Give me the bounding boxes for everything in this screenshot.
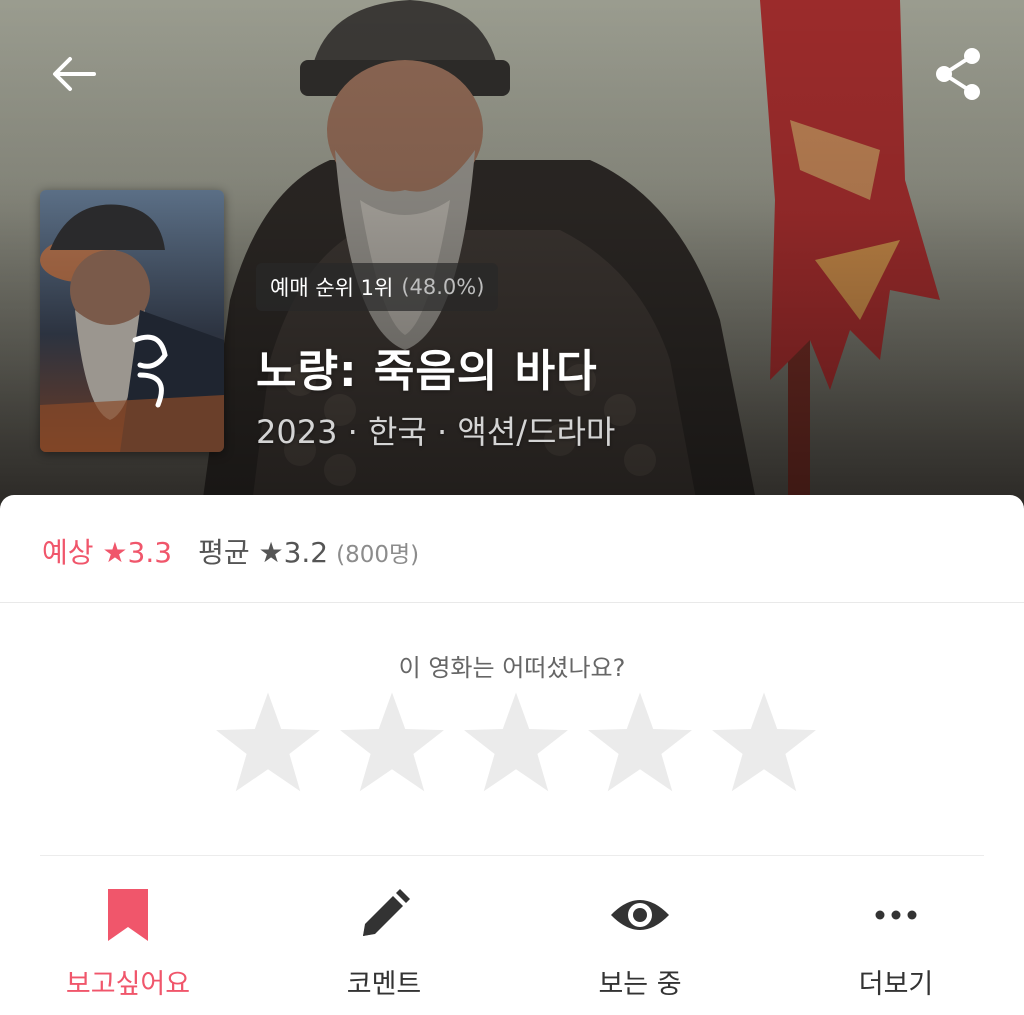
action-bar: 보고싶어요 코멘트 보는 중 더보기 bbox=[0, 880, 1024, 1010]
divider bbox=[40, 855, 984, 856]
share-button[interactable] bbox=[926, 42, 990, 106]
more-dots-icon bbox=[861, 880, 931, 950]
eye-icon bbox=[605, 880, 675, 950]
want-to-watch-button[interactable]: 보고싶어요 bbox=[0, 880, 256, 1010]
rate-question: 이 영화는 어떠셨나요? bbox=[398, 654, 626, 682]
expected-rating: 예상 ★3.3 bbox=[42, 536, 173, 569]
rating-star-2[interactable] bbox=[336, 688, 448, 800]
rating-star-3[interactable] bbox=[460, 688, 572, 800]
rating-star-1[interactable] bbox=[212, 688, 324, 800]
rating-star-4[interactable] bbox=[584, 688, 696, 800]
rating-star-5[interactable] bbox=[708, 688, 820, 800]
more-button[interactable]: 더보기 bbox=[768, 880, 1024, 1010]
want-to-watch-label: 보고싶어요 bbox=[65, 969, 191, 1000]
back-button[interactable] bbox=[42, 42, 106, 106]
movie-poster[interactable] bbox=[40, 190, 224, 452]
movie-title: 노량: 죽음의 바다 bbox=[256, 346, 598, 397]
share-icon bbox=[936, 48, 980, 100]
average-rating: 평균 ★3.2 bbox=[198, 536, 329, 569]
hero-backdrop: 예매 순위 1위 (48.0%) 노량: 죽음의 바다 2023 · 한국 · … bbox=[0, 0, 1024, 520]
bookmark-icon bbox=[93, 880, 163, 950]
divider bbox=[0, 602, 1024, 603]
watching-label: 보는 중 bbox=[598, 969, 682, 1000]
booking-rank-badge: 예매 순위 1위 (48.0%) bbox=[256, 263, 499, 311]
rank-label: 예매 순위 1위 bbox=[270, 276, 394, 300]
movie-meta: 2023 · 한국 · 액션/드라마 bbox=[256, 413, 616, 451]
detail-sheet: 예상 ★3.3 평균 ★3.2 (800명) 이 영화는 어떠셨나요? 보고싶어… bbox=[0, 495, 1024, 1015]
comment-button[interactable]: 코멘트 bbox=[256, 880, 512, 1010]
more-label: 더보기 bbox=[858, 969, 934, 1000]
rank-percent: (48.0%) bbox=[401, 275, 485, 299]
watching-button[interactable]: 보는 중 bbox=[512, 880, 768, 1010]
star-rating-input[interactable] bbox=[212, 688, 820, 800]
pencil-icon bbox=[349, 880, 419, 950]
comment-label: 코멘트 bbox=[346, 969, 422, 1000]
rating-count: (800명) bbox=[336, 542, 420, 568]
arrow-left-icon bbox=[53, 57, 96, 91]
rating-summary: 예상 ★3.3 평균 ★3.2 (800명) bbox=[42, 531, 419, 571]
poster-image bbox=[40, 190, 224, 452]
